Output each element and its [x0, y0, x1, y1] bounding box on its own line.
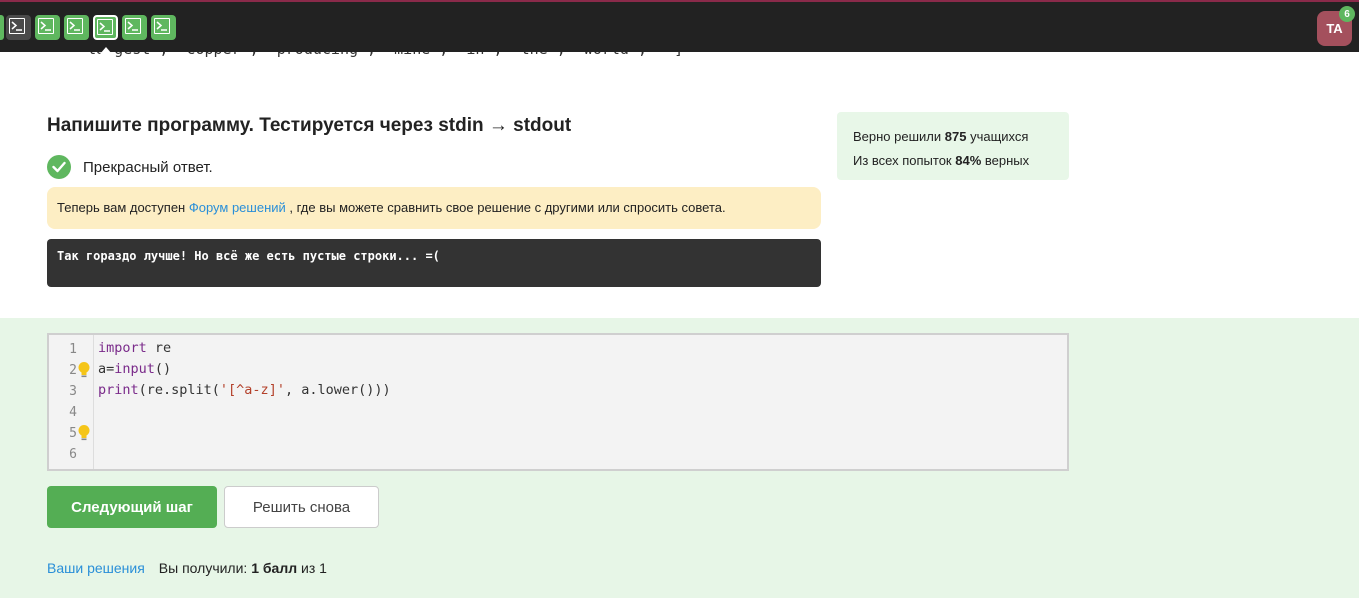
status-text: Прекрасный ответ.: [83, 158, 213, 176]
avatar-initials: TA: [1326, 21, 1343, 36]
task-title: Напишите программу. Тестируется через st…: [47, 115, 572, 136]
top-navigation-bar: TA 6: [0, 0, 1359, 54]
code-line: import re: [98, 338, 391, 359]
code-editor[interactable]: 123456 import re a=input() print(re.split(…: [47, 333, 1069, 471]
solved-prefix: Верно решили: [853, 129, 945, 144]
solutions-forum-link[interactable]: Форум решений: [189, 200, 286, 215]
step-3[interactable]: [64, 15, 89, 40]
solved-suffix: учащихся: [966, 129, 1029, 144]
step-0[interactable]: [0, 15, 4, 40]
code-token: re: [146, 340, 172, 356]
code-line: a=input(): [98, 359, 391, 380]
code-token: a=: [98, 361, 115, 377]
line-number: 3: [69, 384, 77, 399]
code-token: (): [154, 361, 172, 377]
lightbulb-icon[interactable]: [77, 424, 91, 442]
line-number: 2: [69, 363, 77, 378]
notice-text-before: Теперь вам доступен: [57, 200, 189, 215]
check-circle-icon: [47, 155, 71, 179]
score-suffix: из 1: [297, 560, 327, 576]
lightbulb-icon[interactable]: [77, 361, 91, 379]
code-token: '[^a-z]': [219, 382, 285, 398]
line-number: 6: [69, 447, 77, 462]
terminal-icon: [38, 18, 54, 34]
footer-info: Ваши решения Вы получили: 1 балл из 1: [47, 560, 327, 576]
line-number: 5: [69, 426, 77, 441]
terminal-icon: [97, 19, 113, 35]
code-line: print(re.split('[^a-z]', a.lower())): [98, 380, 391, 401]
line-number: 4: [69, 405, 77, 420]
code-token: print: [98, 382, 139, 398]
notice-text-after: , где вы можете сравнить свое решение с …: [285, 200, 726, 215]
attempts-percent: 84%: [955, 153, 982, 168]
editor-gutter: 1 2 3 4 5 6: [49, 335, 94, 469]
step-4-current[interactable]: [93, 15, 118, 40]
score-value: 1 балл: [251, 560, 298, 576]
step-6[interactable]: [151, 15, 176, 40]
editor-code[interactable]: import re a=input() print(re.split('[^a-z]…: [98, 338, 391, 464]
terminal-icon: [154, 18, 170, 34]
terminal-icon: [9, 18, 25, 34]
step-2[interactable]: [35, 15, 60, 40]
terminal-icon: [67, 18, 83, 34]
attempts-prefix: Из всех попыток: [853, 153, 956, 168]
solved-stat: Верно решили 875 учащихся: [853, 125, 1053, 149]
step-5[interactable]: [122, 15, 147, 40]
next-step-button[interactable]: Следующий шаг: [47, 486, 217, 528]
feedback-message: Так гораздо лучше! Но всё же есть пустые…: [47, 239, 821, 287]
code-token: (re.split(: [138, 382, 220, 398]
current-step-pointer: [100, 47, 112, 54]
solved-count: 875: [944, 129, 967, 144]
attempts-stat: Из всех попыток 84% верных: [853, 149, 1053, 173]
user-avatar[interactable]: TA 6: [1317, 6, 1355, 46]
answer-status: Прекрасный ответ.: [47, 155, 213, 179]
notification-badge[interactable]: 6: [1339, 6, 1355, 22]
solve-again-button[interactable]: Решить снова: [224, 486, 379, 528]
attempts-suffix: верных: [981, 153, 1030, 168]
line-number: 1: [69, 342, 77, 357]
code-token: , a.lower())): [284, 382, 391, 398]
step-1[interactable]: [6, 15, 31, 40]
terminal-icon: [125, 18, 141, 34]
score-prefix: Вы получили:: [158, 560, 252, 576]
stats-panel: Верно решили 875 учащихся Из всех попыто…: [837, 112, 1069, 180]
code-token: import: [98, 340, 147, 356]
code-token: input: [114, 361, 155, 377]
your-solutions-link[interactable]: Ваши решения: [47, 560, 145, 576]
forum-notice: Теперь вам доступен Форум решений , где …: [47, 187, 821, 229]
